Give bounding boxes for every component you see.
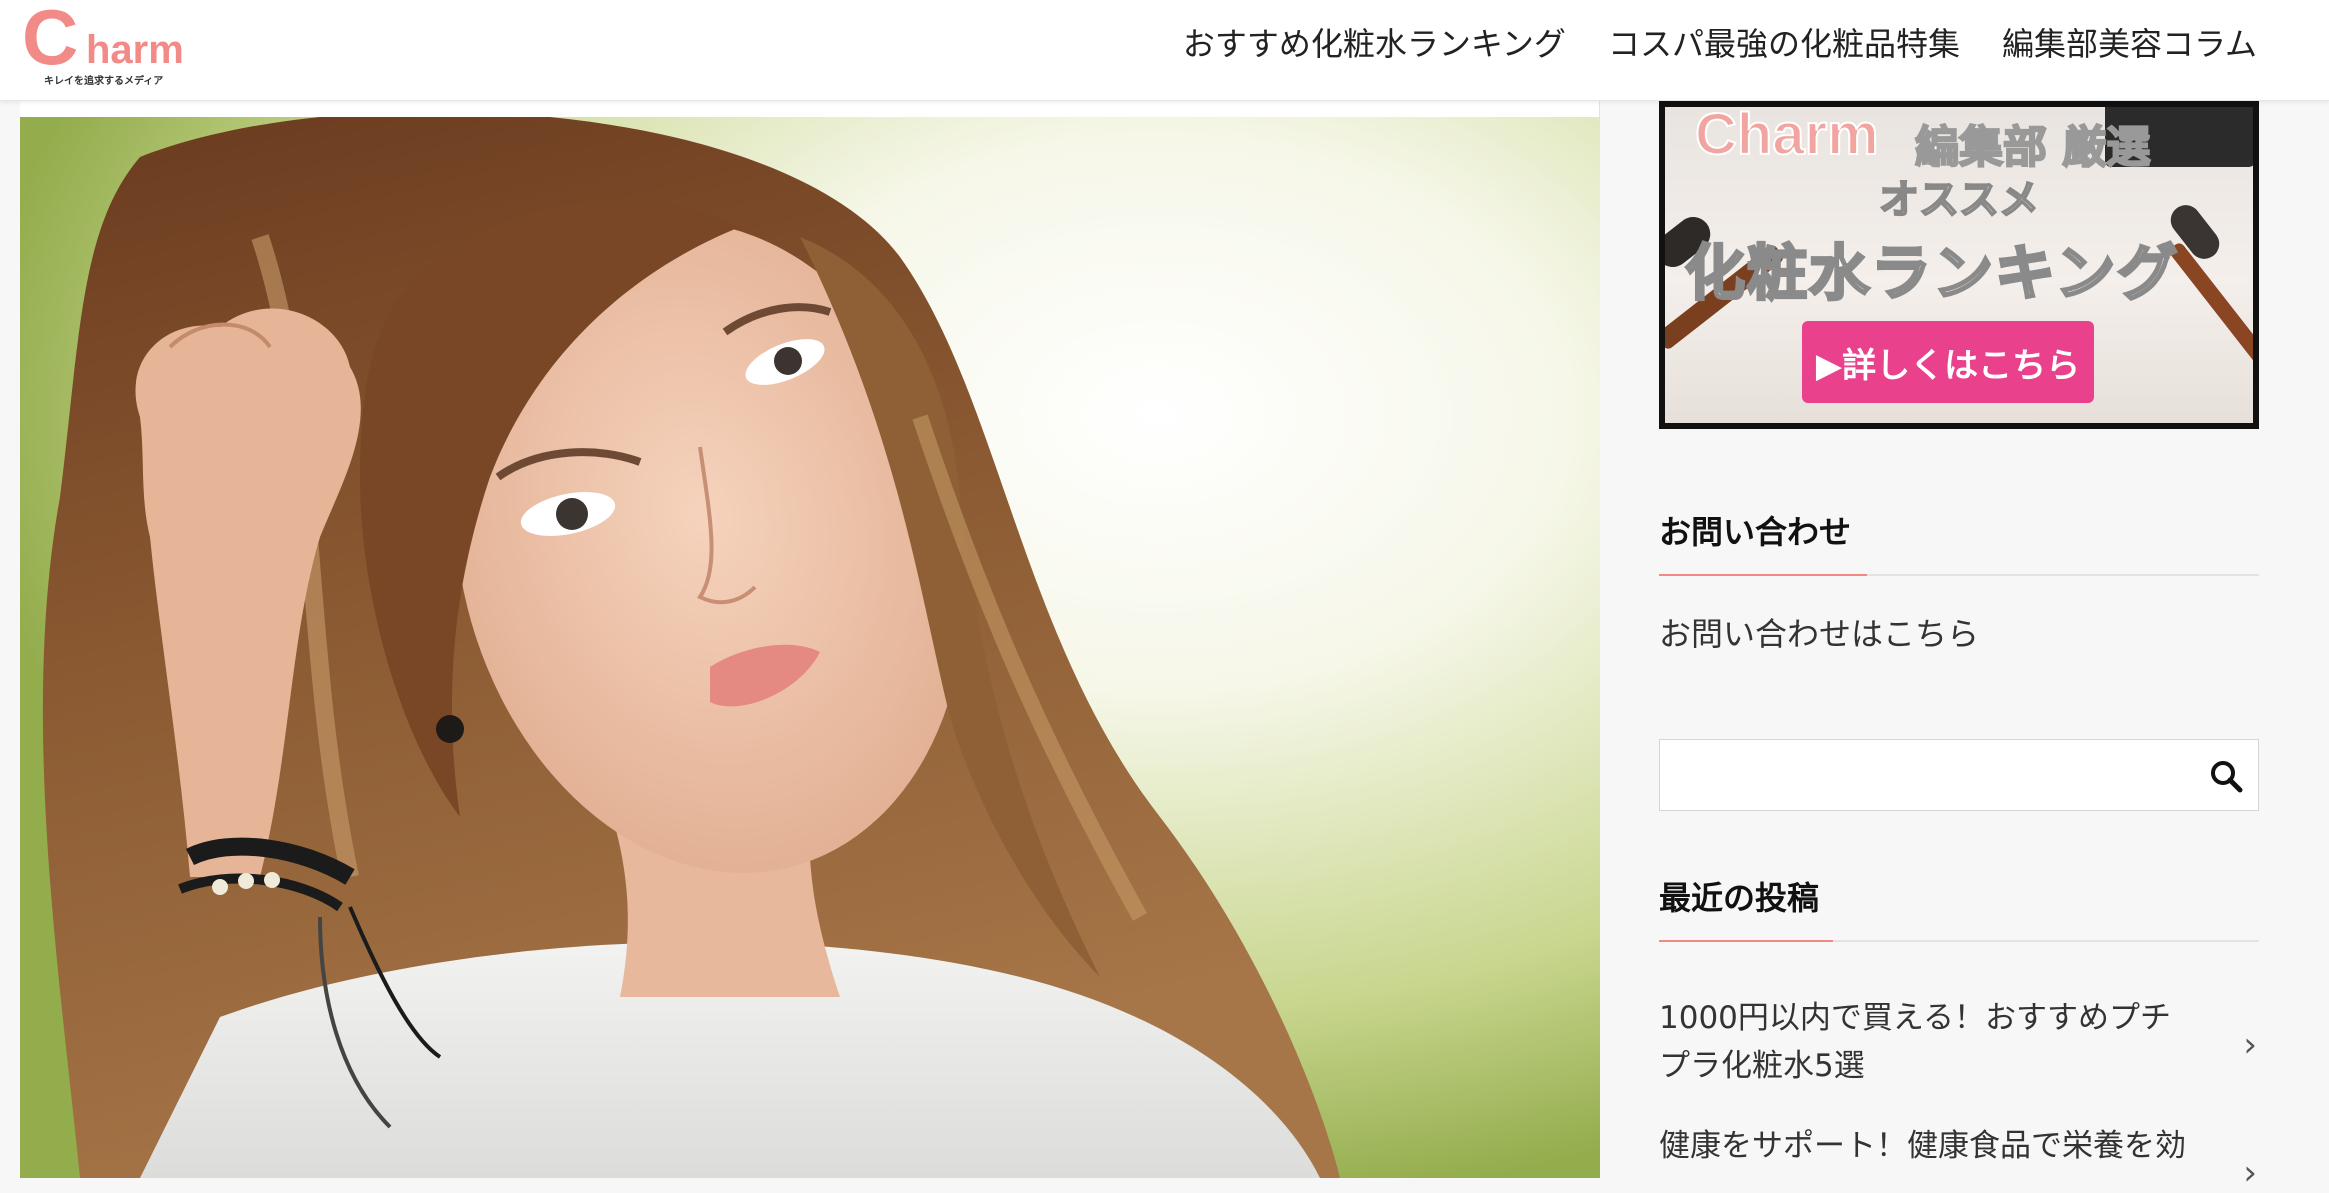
hero-image[interactable] bbox=[20, 117, 1600, 1178]
recent-posts-divider bbox=[1659, 940, 2259, 942]
logo-tagline: キレイを追求するメディア bbox=[44, 76, 164, 87]
search-input[interactable] bbox=[1660, 740, 2200, 810]
chevron-right-icon: › bbox=[2243, 1025, 2257, 1065]
banner-cta-button[interactable]: ▶詳しくはこちら bbox=[1802, 321, 2094, 403]
brush-decoration-right bbox=[2167, 240, 2253, 370]
contact-widget-divider bbox=[1659, 574, 2259, 576]
banner-brand: Charm bbox=[1694, 102, 1880, 168]
contact-widget-title: お問い合わせ bbox=[1659, 513, 1852, 551]
banner-ranking-text: 化粧水ランキング bbox=[1683, 238, 2180, 311]
recent-posts-title: 最近の投稿 bbox=[1659, 879, 1820, 917]
recent-post-item[interactable]: 健康をサポート！健康食品で栄養を効 › bbox=[1659, 1122, 2259, 1190]
main-nav: おすすめ化粧水ランキング コスパ最強の化粧品特集 編集部美容コラム bbox=[1183, 22, 2257, 66]
recent-posts-accent bbox=[1659, 940, 1833, 942]
nav-link-lotion-ranking[interactable]: おすすめ化粧水ランキング bbox=[1183, 22, 1566, 66]
logo-letter: C bbox=[22, 0, 79, 81]
lotion-ranking-banner[interactable]: Charm 編集部 厳選 オススメ 化粧水ランキング ▶詳しくはこちら bbox=[1659, 101, 2259, 429]
banner-background: Charm 編集部 厳選 オススメ 化粧水ランキング ▶詳しくはこちら bbox=[1665, 107, 2253, 423]
main-content bbox=[20, 101, 1600, 1178]
site-logo[interactable]: C harm キレイを追求するメディア bbox=[22, 0, 192, 87]
nav-link-cost-performance[interactable]: コスパ最強の化粧品特集 bbox=[1608, 22, 1960, 66]
site-header: C harm キレイを追求するメディア おすすめ化粧水ランキング コスパ最強の化… bbox=[0, 0, 2329, 101]
banner-dept-text: 編集部 厳選 bbox=[1914, 121, 2151, 174]
nav-link-beauty-column[interactable]: 編集部美容コラム bbox=[2002, 22, 2257, 66]
recent-post-title: 健康をサポート！健康食品で栄養を効 bbox=[1659, 1128, 2186, 1164]
logo-word: harm bbox=[86, 28, 184, 72]
contact-widget-accent bbox=[1659, 574, 1867, 576]
chevron-right-icon: › bbox=[2243, 1153, 2257, 1193]
contact-link[interactable]: お問い合わせはこちら bbox=[1659, 609, 1979, 655]
hero-photo-woman bbox=[20, 117, 1600, 1178]
recent-post-item[interactable]: 1000円以内で買える！おすすめプチプラ化粧水5選 › bbox=[1659, 994, 2259, 1090]
search-form bbox=[1659, 739, 2259, 811]
sidebar: Charm 編集部 厳選 オススメ 化粧水ランキング ▶詳しくはこちら お問い合… bbox=[1659, 101, 2259, 1190]
banner-recommend-text: オススメ bbox=[1878, 176, 2040, 224]
search-icon[interactable] bbox=[2208, 758, 2244, 794]
recent-post-title: 1000円以内で買える！おすすめプチプラ化粧水5選 bbox=[1659, 1000, 2171, 1084]
